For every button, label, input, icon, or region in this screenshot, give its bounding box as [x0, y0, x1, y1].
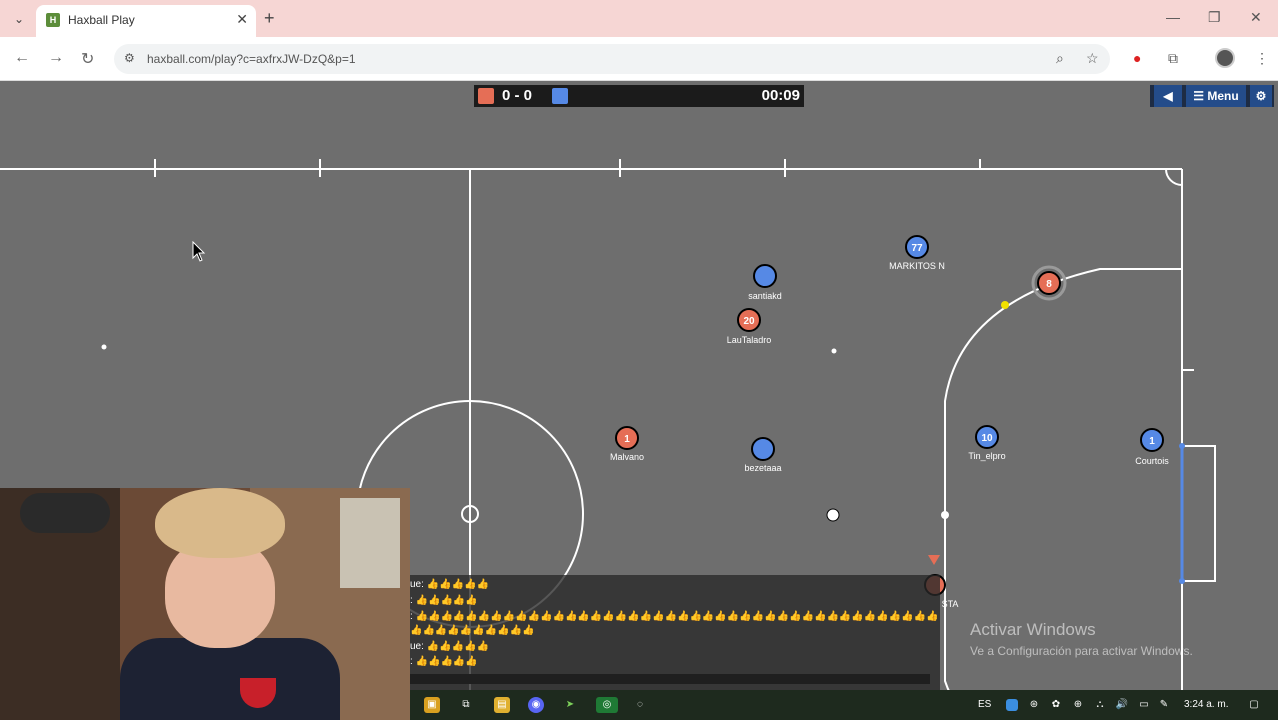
settings-gear-icon[interactable]: ⚙ — [1250, 85, 1272, 107]
activation-title: Activar Windows — [970, 620, 1096, 639]
tray-icon[interactable]: ⊕ — [1070, 697, 1086, 713]
goal-net — [1182, 445, 1216, 582]
svg-text:10: 10 — [981, 433, 993, 444]
pen-icon[interactable]: ✎ — [1156, 697, 1172, 713]
red-arrow-icon — [928, 555, 940, 565]
menu-button[interactable]: ☰ Menu — [1186, 85, 1246, 107]
arrow-app-icon[interactable]: ➤ — [562, 697, 578, 713]
dot — [101, 344, 107, 350]
menu-label: Menu — [1207, 89, 1239, 103]
tray-icon[interactable]: ⛬ — [1092, 697, 1108, 713]
task-view-icon[interactable]: ⧉ — [458, 697, 474, 713]
red-team-square — [478, 88, 494, 104]
chat-message: ue: 👍👍👍👍👍 — [410, 579, 489, 590]
tray-icon[interactable]: ✿ — [1048, 697, 1064, 713]
tray-icon[interactable]: ⊛ — [1026, 697, 1042, 713]
browser-toolbar: ← → ↻ ⚙ haxball.com/play?c=axfrxJW-DzQ&p… — [0, 37, 1278, 81]
tab-search-icon[interactable]: ⌄ — [8, 8, 30, 30]
profile-avatar[interactable] — [1215, 48, 1235, 68]
folder-icon[interactable]: ▤ — [494, 697, 510, 713]
clock[interactable]: 3:24 a. m. — [1184, 699, 1228, 710]
microphone-icon — [20, 493, 110, 533]
haxball-favicon-icon: H — [46, 13, 60, 27]
extension-red-icon[interactable]: ● — [1133, 50, 1141, 66]
chat-message: 👍👍👍👍👍👍👍👍👍👍 — [410, 625, 535, 636]
player-name: bezetaaa — [744, 463, 782, 473]
back-arrow-icon[interactable]: ← — [14, 49, 30, 67]
minimize-icon[interactable]: — — [1166, 9, 1180, 25]
bookmark-star-icon[interactable]: ☆ — [1086, 50, 1099, 67]
game-menu-bar: ◀ ☰ Menu ⚙ — [1150, 85, 1274, 107]
player-name: MARKITOS N — [889, 261, 945, 271]
obs-icon[interactable]: ◌ — [632, 697, 648, 713]
svg-text:1: 1 — [624, 434, 630, 445]
player-discs: 77 20 8 1 10 1 — [615, 235, 1164, 596]
volume-icon[interactable]: 🔊 — [1114, 697, 1130, 713]
mouse-cursor-icon — [192, 241, 206, 262]
chat-message: : 👍👍👍👍👍 — [410, 656, 478, 667]
browser-tabstrip: ⌄ H Haxball Play ✕ + — ❐ ✕ — [0, 0, 1278, 37]
browser-menu-icon[interactable]: ⋮ — [1255, 50, 1269, 67]
browser-tab[interactable]: H Haxball Play ✕ — [36, 5, 256, 37]
tray-app-icon[interactable] — [1006, 699, 1018, 711]
player-name: Tin_elpro — [968, 451, 1006, 461]
chat-input[interactable] — [410, 674, 930, 684]
address-bar[interactable]: ⚙ haxball.com/play?c=axfrxJW-DzQ&p=1 ⌕ ☆ — [114, 44, 1110, 74]
player-name: santiakd — [748, 291, 782, 301]
svg-text:8: 8 — [1046, 279, 1052, 290]
scoreboard: 0 - 0 00:09 — [474, 85, 804, 107]
player-name: Courtois — [1135, 456, 1169, 466]
chat-message: : 👍👍👍👍👍 — [410, 595, 478, 606]
chat-message: ue: 👍👍👍👍👍 — [410, 641, 489, 652]
dot — [941, 511, 949, 519]
discord-icon[interactable]: ◉ — [528, 697, 544, 713]
site-info-icon[interactable]: ⚙ — [124, 51, 135, 65]
dot — [831, 348, 837, 354]
ball — [826, 508, 840, 522]
restore-icon[interactable]: ❐ — [1208, 9, 1221, 26]
zoom-icon[interactable]: ⌕ — [1056, 50, 1064, 67]
svg-text:1: 1 — [1149, 436, 1155, 447]
windows-taskbar: ▣ ⧉ ▤ ◉ ➤ ◎ ◌ ES ⊛ ✿ ⊕ ⛬ 🔊 ▭ ✎ 3:24 a. m… — [410, 690, 1278, 720]
corner-arc — [1165, 168, 1183, 186]
tab-title: Haxball Play — [68, 13, 135, 27]
player-name: Malvano — [609, 452, 645, 462]
player-name: LauTaladro — [726, 335, 772, 345]
screen: ⌄ H Haxball Play ✕ + — ❐ ✕ ← → ↻ ⚙ haxba… — [0, 0, 1278, 720]
url-text[interactable]: haxball.com/play?c=axfrxJW-DzQ&p=1 — [147, 52, 356, 66]
blue-team-square — [552, 88, 568, 104]
match-timer: 00:09 — [761, 87, 800, 104]
window-close-icon[interactable]: ✕ — [1250, 9, 1262, 26]
player-name: STA — [941, 599, 959, 609]
language-indicator[interactable]: ES — [978, 699, 991, 710]
forward-arrow-icon[interactable]: → — [48, 49, 64, 67]
svg-text:77: 77 — [911, 243, 923, 254]
tab-close-icon[interactable]: ✕ — [236, 11, 248, 28]
svg-text:20: 20 — [743, 316, 755, 327]
new-tab-icon[interactable]: + — [264, 8, 275, 29]
activation-subtitle: Ve a Configuración para activar Windows. — [970, 644, 1193, 658]
notifications-icon[interactable]: ▢ — [1246, 697, 1262, 713]
score: 0 - 0 — [502, 87, 533, 104]
chrome-icon[interactable]: ◎ — [596, 697, 618, 713]
yellow-marker — [1001, 301, 1009, 309]
chat-message: : 👍👍👍👍👍👍👍👍👍👍👍👍👍👍👍👍👍👍👍👍👍👍👍👍👍👍👍👍👍👍👍👍👍👍👍👍👍👍… — [410, 611, 939, 622]
chat-panel: ue: 👍👍👍👍👍 : 👍👍👍👍👍 : 👍👍👍👍👍👍👍👍👍👍👍👍👍👍👍👍👍👍👍👍… — [410, 575, 940, 690]
webcam-overlay — [0, 488, 410, 720]
network-icon[interactable]: ▭ — [1136, 697, 1152, 713]
extensions-puzzle-icon[interactable]: ⧉ — [1168, 50, 1178, 67]
back-triangle-icon[interactable]: ◀ — [1154, 85, 1182, 107]
file-explorer-yellow-icon[interactable]: ▣ — [424, 697, 440, 713]
reload-icon[interactable]: ↻ — [81, 49, 94, 69]
